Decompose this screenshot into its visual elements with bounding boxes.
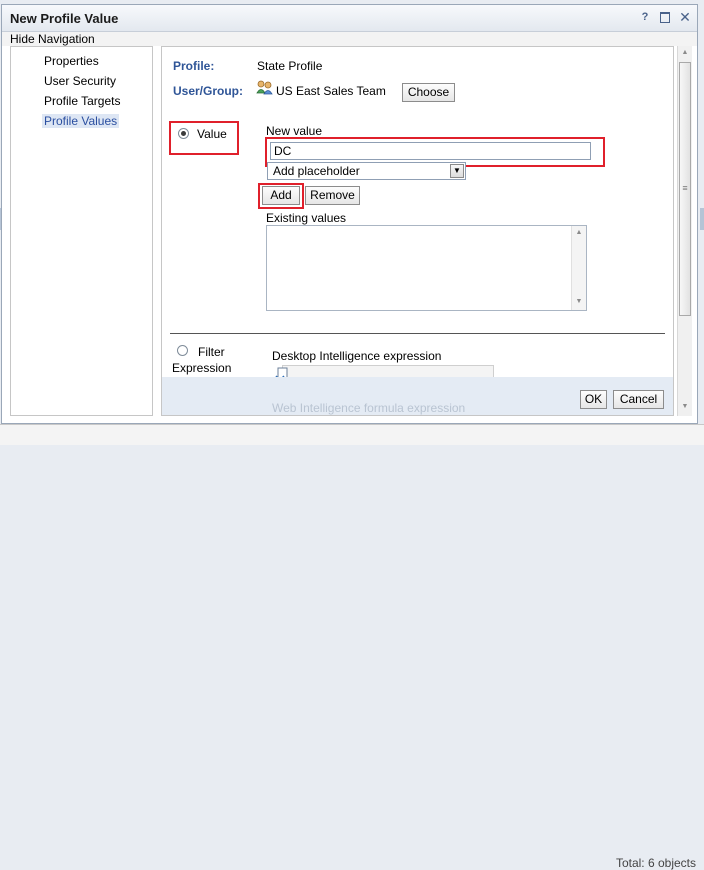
- close-icon[interactable]: ✕: [678, 10, 692, 24]
- existing-values-scrollbar[interactable]: ▲ ▼: [571, 226, 586, 310]
- desktop-intelligence-expression-label: Desktop Intelligence expression: [272, 349, 442, 363]
- new-value-label: New value: [266, 124, 323, 138]
- nav-item-profile-values[interactable]: Profile Values: [42, 114, 120, 128]
- status-text: Total: 6 objects: [615, 856, 696, 870]
- new-profile-value-dialog: New Profile Value ? ✕ Hide Navigation Pr…: [1, 4, 698, 424]
- section-divider: [170, 333, 665, 334]
- web-intelligence-formula-label: Web Intelligence formula expression: [272, 401, 466, 415]
- scroll-down-icon[interactable]: ▼: [678, 403, 692, 410]
- filter-expression-label-line2: Expression: [172, 361, 232, 375]
- background-status-bar: Total: 6 objects: [0, 424, 704, 870]
- filter-expression-radio[interactable]: [177, 345, 188, 356]
- title-bar[interactable]: New Profile Value ? ✕: [2, 5, 697, 32]
- scroll-down-icon[interactable]: ▼: [572, 298, 586, 305]
- background-strip-right: [700, 208, 704, 230]
- cancel-button[interactable]: Cancel: [613, 390, 664, 409]
- nav-item-properties[interactable]: Properties: [44, 54, 99, 68]
- existing-values-label: Existing values: [266, 211, 347, 225]
- profile-label: Profile:: [173, 59, 215, 73]
- user-group-value: US East Sales Team: [276, 84, 386, 98]
- value-radio[interactable]: [178, 128, 189, 139]
- add-placeholder-select[interactable]: Add placeholder ▼: [267, 162, 466, 180]
- navigation-toolbar: Hide Navigation: [2, 32, 697, 46]
- hide-navigation-link[interactable]: Hide Navigation: [10, 32, 95, 46]
- nav-item-profile-targets[interactable]: Profile Targets: [44, 94, 120, 108]
- choose-button[interactable]: Choose: [402, 83, 455, 102]
- dialog-title: New Profile Value: [10, 11, 119, 26]
- profile-value: State Profile: [257, 59, 323, 73]
- help-icon[interactable]: ?: [638, 10, 652, 24]
- maximize-icon[interactable]: [658, 10, 672, 24]
- scrollbar-thumb[interactable]: ≡: [679, 62, 691, 316]
- content-panel: Profile: State Profile User/Group: US Ea…: [161, 46, 674, 416]
- user-group-label: User/Group:: [173, 84, 244, 98]
- existing-values-list[interactable]: ▲ ▼: [266, 225, 587, 311]
- navigation-panel: Properties User Security Profile Targets…: [10, 46, 153, 416]
- chevron-down-icon[interactable]: ▼: [450, 164, 464, 178]
- dialog-scrollbar[interactable]: ▲ ≡ ▼: [677, 46, 692, 416]
- scroll-up-icon[interactable]: ▲: [572, 229, 586, 236]
- ok-button[interactable]: OK: [580, 390, 607, 409]
- scrollbar-grip-icon: ≡: [682, 183, 688, 193]
- scroll-up-icon[interactable]: ▲: [678, 49, 692, 56]
- filter-expression-label-line1: Filter: [198, 345, 225, 359]
- user-group-icon: [256, 80, 274, 96]
- remove-button[interactable]: Remove: [305, 186, 360, 205]
- new-value-input[interactable]: DC: [270, 142, 591, 160]
- value-radio-label: Value: [197, 127, 227, 141]
- nav-item-user-security[interactable]: User Security: [44, 74, 116, 88]
- add-button[interactable]: Add: [262, 186, 300, 205]
- add-placeholder-selected: Add placeholder: [273, 164, 360, 178]
